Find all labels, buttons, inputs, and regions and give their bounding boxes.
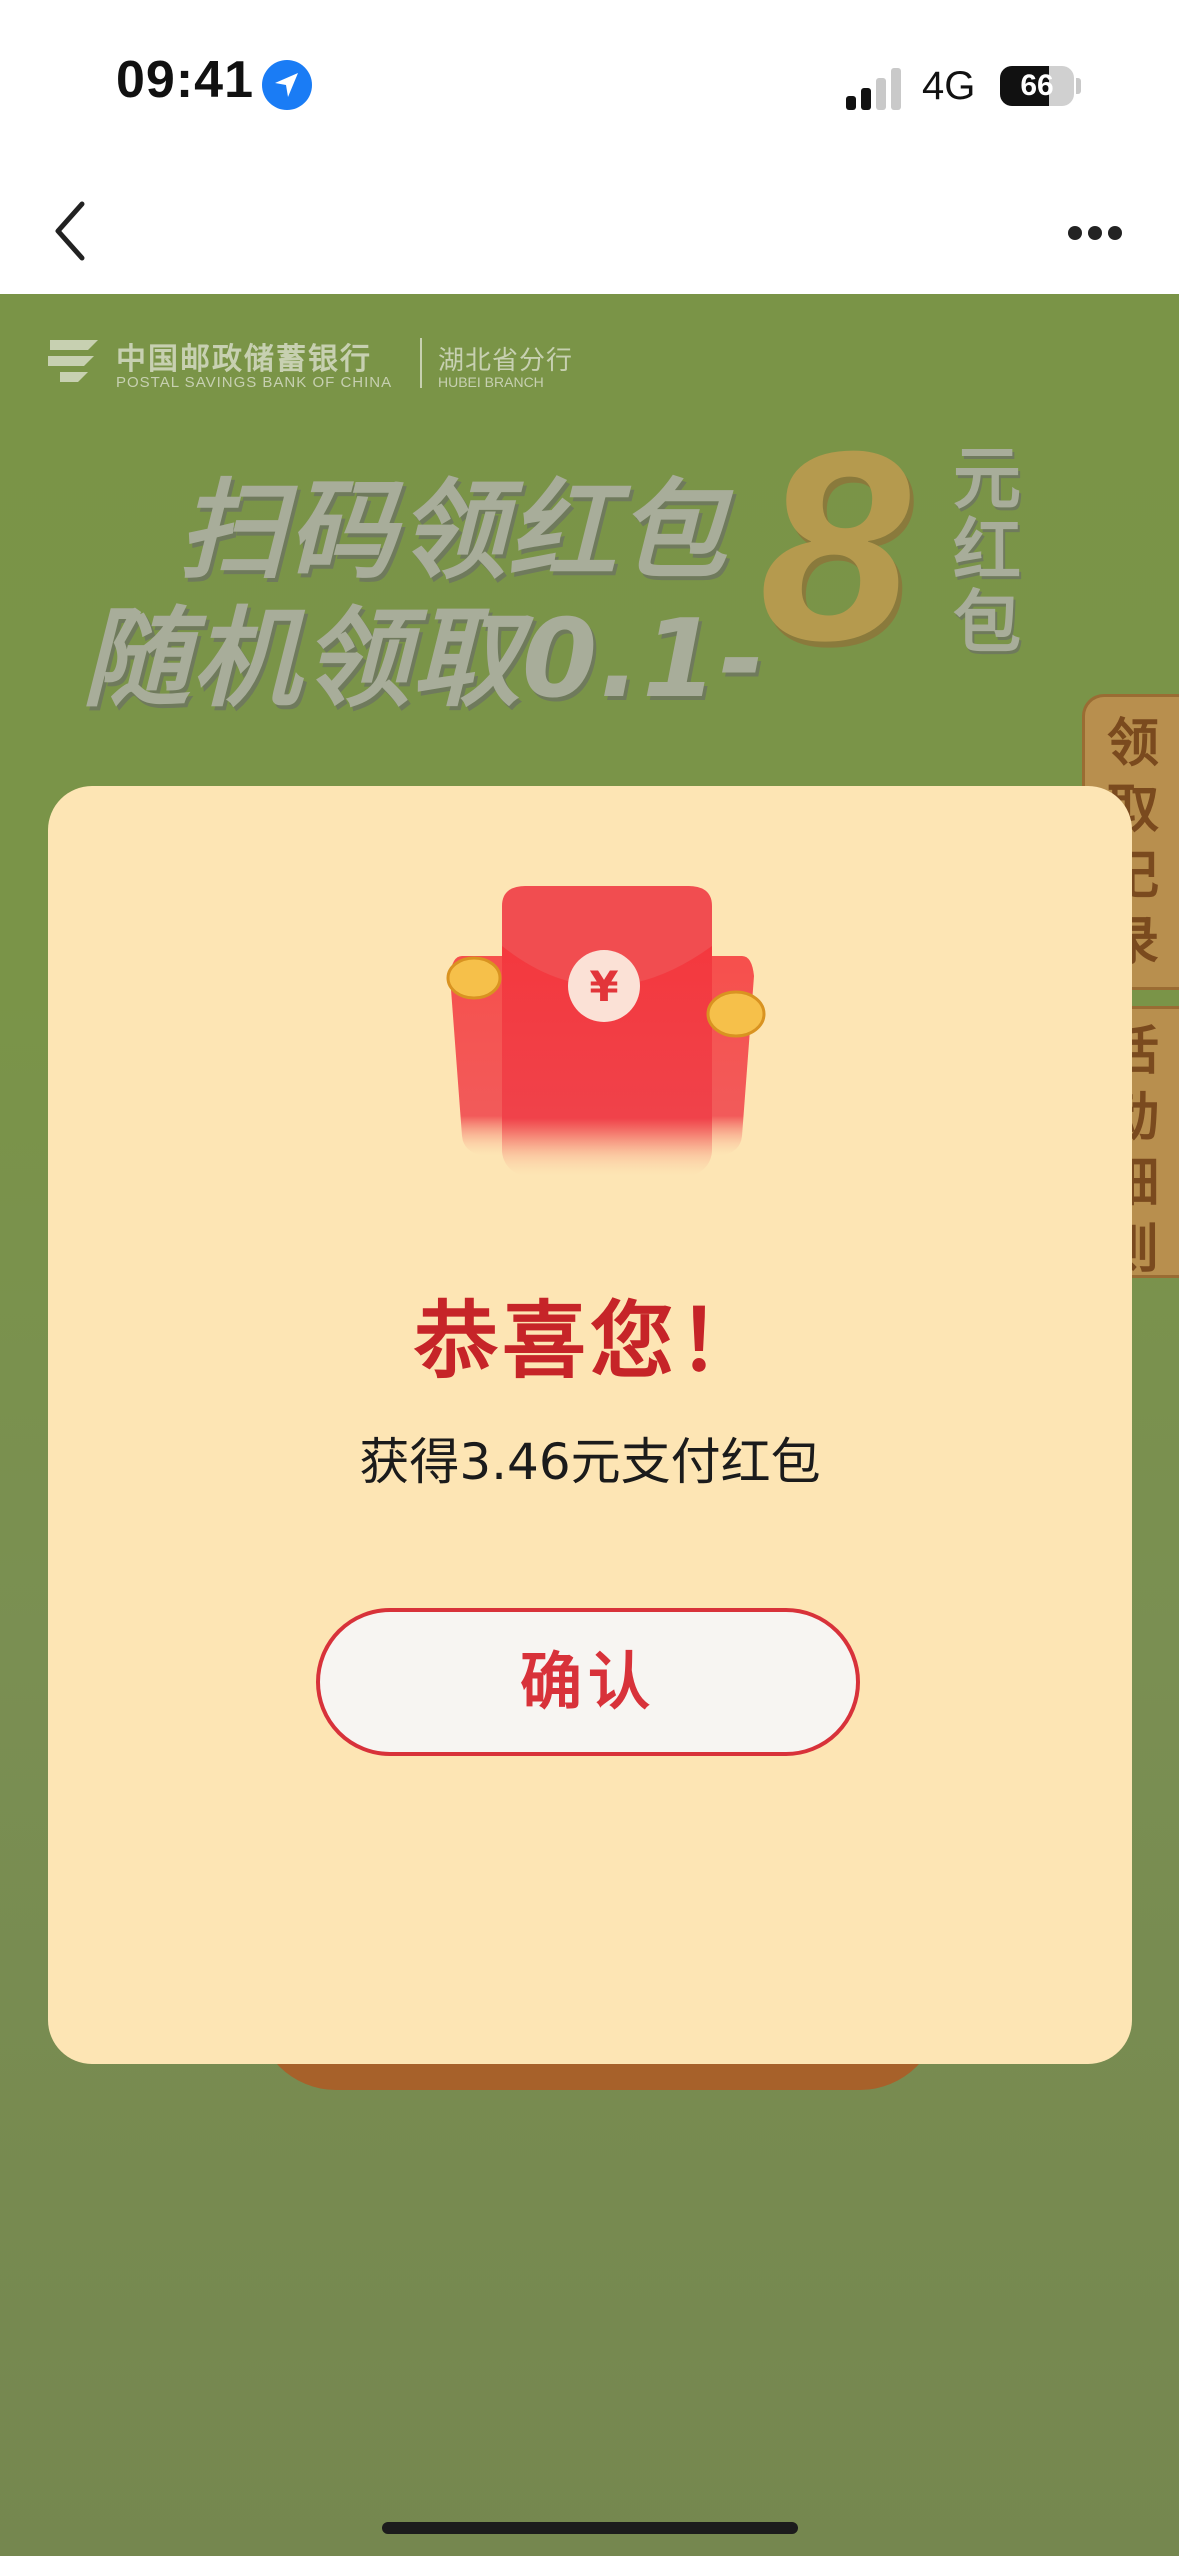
bank-logo-icon	[44, 332, 104, 386]
red-envelope-icon: ¥	[432, 886, 772, 1196]
logo-divider	[420, 338, 422, 388]
red-packet-modal: ¥ 恭喜您！ 获得3.46元支付红包 确认	[48, 786, 1132, 2064]
branch-name: 湖北省分行	[438, 346, 574, 376]
battery-icon: 66	[1000, 66, 1074, 106]
headline-unit: 元 红 包	[952, 444, 1022, 660]
status-time: 09:41	[116, 51, 254, 109]
signal-icon	[846, 64, 904, 110]
nav-bar	[0, 170, 1179, 294]
more-dots-icon[interactable]	[1068, 218, 1128, 248]
bank-name-en: POSTAL SAVINGS BANK OF CHINA	[116, 374, 393, 391]
claim-record-char: 领	[1106, 714, 1159, 774]
confirm-button[interactable]: 确认	[316, 1608, 860, 1756]
headline-unit-char: 红	[952, 512, 1021, 591]
status-bar: 09:41 4G 66	[0, 0, 1179, 170]
prize-message: 获得3.46元支付红包	[359, 1433, 821, 1491]
chevron-left-icon[interactable]	[44, 196, 104, 266]
headline-unit-char: 元	[952, 440, 1021, 519]
congrats-title: 恭喜您！	[413, 1292, 766, 1390]
bank-name: 中国邮政储蓄银行	[116, 342, 372, 377]
battery-tip	[1076, 78, 1081, 94]
home-indicator[interactable]	[382, 2522, 798, 2534]
headline-big-number: 8	[760, 396, 911, 697]
branch-name-en: HUBEI BRANCH	[438, 374, 544, 390]
headline-line2: 随机领取0.1-	[82, 597, 767, 722]
yuan-symbol: ¥	[589, 962, 618, 1011]
battery-level: 66	[1020, 69, 1054, 102]
headline-unit-char: 包	[952, 584, 1021, 663]
network-type: 4G	[922, 64, 976, 108]
location-arrow-icon	[262, 60, 312, 110]
